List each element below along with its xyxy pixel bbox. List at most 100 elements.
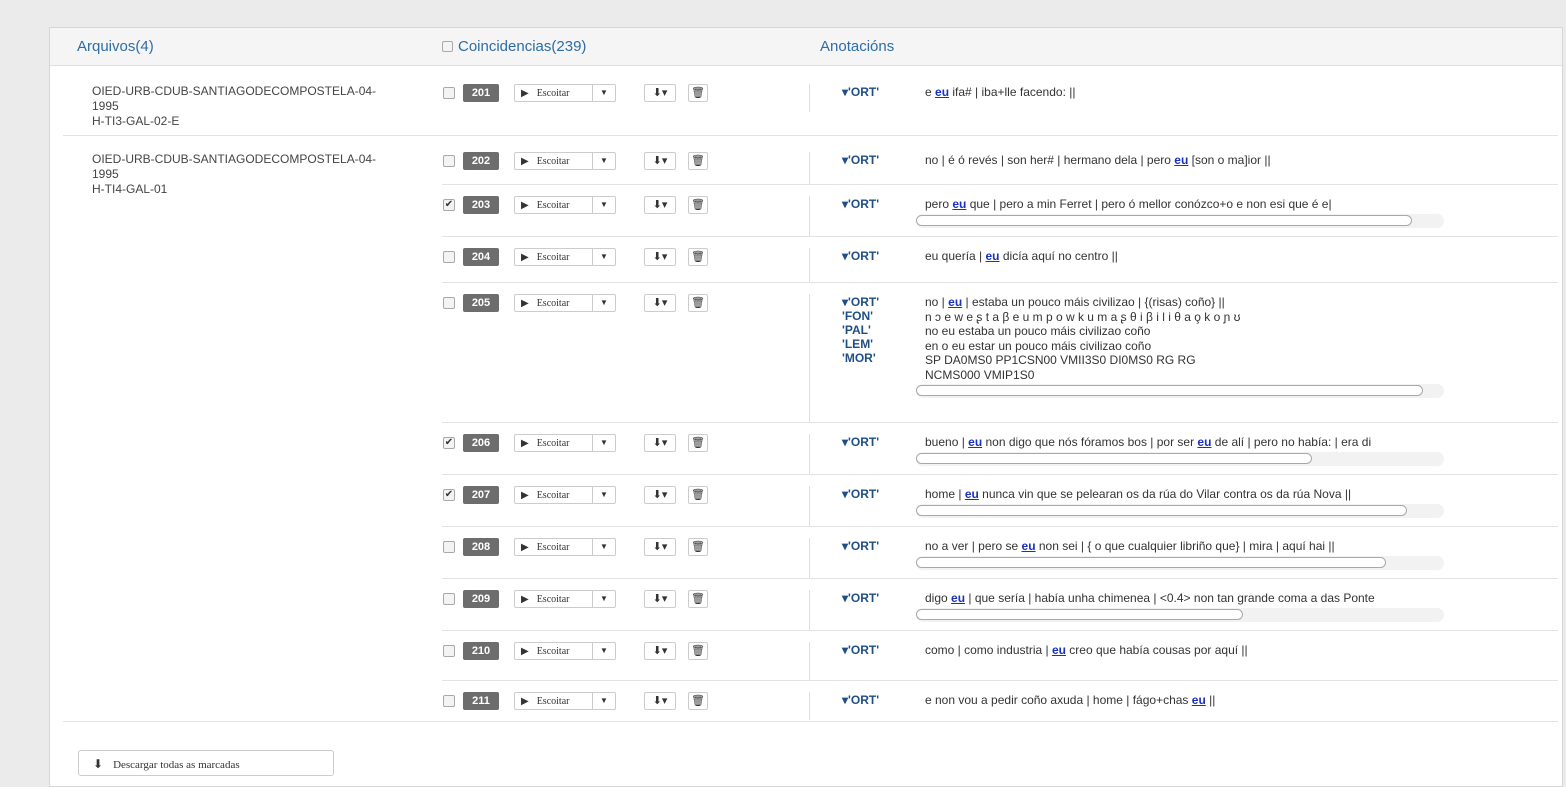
scrollbar-thumb[interactable] bbox=[916, 385, 1423, 396]
scrollbar-thumb[interactable] bbox=[916, 556, 1386, 568]
listen-dropdown-toggle[interactable]: ▼ bbox=[593, 295, 615, 311]
annotation-tag[interactable]: ▾'ORT' bbox=[842, 435, 902, 449]
keyword-match-link[interactable]: eu bbox=[1052, 643, 1066, 657]
keyword-match-link[interactable]: eu bbox=[968, 435, 982, 449]
trash-icon[interactable]: 🗑 bbox=[688, 196, 708, 214]
annotation-tag[interactable]: ▾'ORT' bbox=[842, 591, 902, 605]
match-checkbox[interactable]: ✔ bbox=[443, 489, 455, 501]
annotation-tag[interactable]: 'MOR' bbox=[842, 351, 902, 365]
annotation-tag[interactable]: ▾'ORT' bbox=[842, 197, 902, 211]
download-dropdown-button[interactable]: ⬇▾ bbox=[644, 84, 676, 102]
annotation-tag[interactable]: ▾'ORT' bbox=[842, 693, 902, 707]
trash-icon[interactable]: 🗑 bbox=[688, 590, 708, 608]
download-dropdown-button[interactable]: ⬇▾ bbox=[644, 692, 676, 710]
download-dropdown-button[interactable]: ⬇▾ bbox=[644, 196, 676, 214]
trash-icon[interactable]: 🗑 bbox=[688, 84, 708, 102]
download-dropdown-button[interactable]: ⬇▾ bbox=[644, 642, 676, 660]
trash-icon[interactable]: 🗑 bbox=[688, 538, 708, 556]
keyword-match-link[interactable]: eu bbox=[1192, 693, 1206, 707]
listen-button-group[interactable]: ▶ Escoitar ▼ bbox=[514, 538, 616, 556]
trash-icon[interactable]: 🗑 bbox=[688, 294, 708, 312]
listen-button[interactable]: ▶ Escoitar bbox=[515, 693, 593, 709]
horizontal-scrollbar[interactable] bbox=[916, 451, 1444, 466]
listen-button[interactable]: ▶ Escoitar bbox=[515, 153, 593, 169]
listen-button[interactable]: ▶ Escoitar bbox=[515, 435, 593, 451]
scrollbar-thumb[interactable] bbox=[916, 214, 1413, 226]
match-checkbox[interactable]: ✔ bbox=[443, 199, 455, 211]
listen-button[interactable]: ▶ Escoitar bbox=[515, 197, 593, 213]
listen-button[interactable]: ▶ Escoitar bbox=[515, 295, 593, 311]
scrollbar-thumb[interactable] bbox=[916, 504, 1408, 516]
match-checkbox[interactable] bbox=[443, 155, 455, 167]
annotation-tag[interactable]: ▾'ORT' bbox=[842, 487, 902, 501]
listen-dropdown-toggle[interactable]: ▼ bbox=[593, 693, 615, 709]
annotation-tag[interactable]: ▾'ORT' bbox=[842, 295, 902, 309]
listen-dropdown-toggle[interactable]: ▼ bbox=[593, 591, 615, 607]
trash-icon[interactable]: 🗑 bbox=[688, 692, 708, 710]
listen-button[interactable]: ▶ Escoitar bbox=[515, 487, 593, 503]
keyword-match-link[interactable]: eu bbox=[951, 591, 965, 605]
match-checkbox[interactable] bbox=[443, 87, 455, 99]
annotation-tag[interactable]: 'FON' bbox=[842, 309, 902, 323]
keyword-match-link[interactable]: eu bbox=[1022, 539, 1036, 553]
listen-dropdown-toggle[interactable]: ▼ bbox=[593, 435, 615, 451]
listen-button-group[interactable]: ▶ Escoitar ▼ bbox=[514, 692, 616, 710]
horizontal-scrollbar[interactable] bbox=[916, 555, 1444, 570]
listen-button[interactable]: ▶ Escoitar bbox=[515, 85, 593, 101]
listen-dropdown-toggle[interactable]: ▼ bbox=[593, 153, 615, 169]
trash-icon[interactable]: 🗑 bbox=[688, 434, 708, 452]
listen-button-group[interactable]: ▶ Escoitar ▼ bbox=[514, 294, 616, 312]
download-dropdown-button[interactable]: ⬇▾ bbox=[644, 434, 676, 452]
listen-button-group[interactable]: ▶ Escoitar ▼ bbox=[514, 152, 616, 170]
scrollbar-thumb[interactable] bbox=[916, 452, 1312, 464]
download-dropdown-button[interactable]: ⬇▾ bbox=[644, 538, 676, 556]
horizontal-scrollbar[interactable] bbox=[916, 213, 1444, 228]
trash-icon[interactable]: 🗑 bbox=[688, 248, 708, 266]
listen-dropdown-toggle[interactable]: ▼ bbox=[593, 249, 615, 265]
listen-button-group[interactable]: ▶ Escoitar ▼ bbox=[514, 486, 616, 504]
keyword-match-link[interactable]: eu bbox=[948, 295, 962, 309]
annotation-tag[interactable]: ▾'ORT' bbox=[842, 539, 902, 553]
match-checkbox[interactable] bbox=[443, 695, 455, 707]
download-dropdown-button[interactable]: ⬇▾ bbox=[644, 248, 676, 266]
keyword-match-link[interactable]: eu bbox=[965, 487, 979, 501]
download-dropdown-button[interactable]: ⬇▾ bbox=[644, 152, 676, 170]
match-checkbox[interactable] bbox=[443, 645, 455, 657]
annotation-tag[interactable]: ▾'ORT' bbox=[842, 153, 902, 167]
annotation-tag[interactable]: ▾'ORT' bbox=[842, 249, 902, 263]
listen-dropdown-toggle[interactable]: ▼ bbox=[593, 643, 615, 659]
annotation-tag[interactable]: ▾'ORT' bbox=[842, 85, 902, 99]
match-checkbox[interactable] bbox=[443, 593, 455, 605]
download-dropdown-button[interactable]: ⬇▾ bbox=[644, 294, 676, 312]
listen-button[interactable]: ▶ Escoitar bbox=[515, 249, 593, 265]
download-all-marked-button[interactable]: ⬇ Descargar todas as marcadas bbox=[78, 750, 334, 776]
listen-button-group[interactable]: ▶ Escoitar ▼ bbox=[514, 642, 616, 660]
match-checkbox[interactable] bbox=[443, 297, 455, 309]
trash-icon[interactable]: 🗑 bbox=[688, 152, 708, 170]
listen-button-group[interactable]: ▶ Escoitar ▼ bbox=[514, 196, 616, 214]
listen-button-group[interactable]: ▶ Escoitar ▼ bbox=[514, 84, 616, 102]
download-dropdown-button[interactable]: ⬇▾ bbox=[644, 590, 676, 608]
listen-dropdown-toggle[interactable]: ▼ bbox=[593, 197, 615, 213]
download-dropdown-button[interactable]: ⬇▾ bbox=[644, 486, 676, 504]
keyword-match-link[interactable]: eu bbox=[986, 249, 1000, 263]
annotation-tag[interactable]: 'LEM' bbox=[842, 337, 902, 351]
match-checkbox[interactable] bbox=[443, 541, 455, 553]
annotation-tag[interactable]: 'PAL' bbox=[842, 323, 902, 337]
horizontal-scrollbar[interactable] bbox=[916, 503, 1444, 518]
keyword-match-link[interactable]: eu bbox=[952, 197, 966, 211]
keyword-match-link[interactable]: eu bbox=[1174, 153, 1188, 167]
horizontal-scrollbar[interactable] bbox=[916, 607, 1444, 622]
trash-icon[interactable]: 🗑 bbox=[688, 642, 708, 660]
listen-dropdown-toggle[interactable]: ▼ bbox=[593, 539, 615, 555]
listen-button[interactable]: ▶ Escoitar bbox=[515, 643, 593, 659]
keyword-match-link[interactable]: eu bbox=[1197, 435, 1211, 449]
listen-button-group[interactable]: ▶ Escoitar ▼ bbox=[514, 434, 616, 452]
listen-button-group[interactable]: ▶ Escoitar ▼ bbox=[514, 590, 616, 608]
listen-dropdown-toggle[interactable]: ▼ bbox=[593, 85, 615, 101]
trash-icon[interactable]: 🗑 bbox=[688, 486, 708, 504]
listen-button[interactable]: ▶ Escoitar bbox=[515, 591, 593, 607]
match-checkbox[interactable]: ✔ bbox=[443, 437, 455, 449]
keyword-match-link[interactable]: eu bbox=[935, 85, 949, 99]
listen-button[interactable]: ▶ Escoitar bbox=[515, 539, 593, 555]
